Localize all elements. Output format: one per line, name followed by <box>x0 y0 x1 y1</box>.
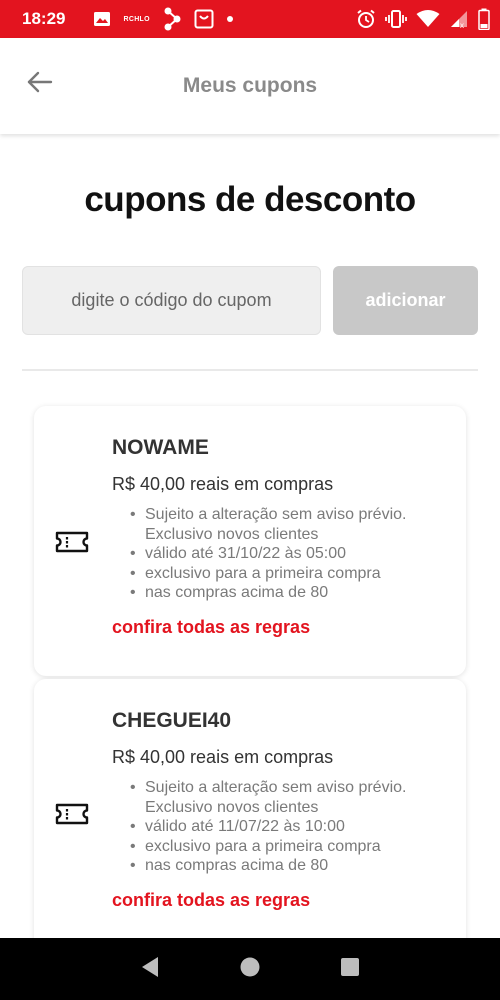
wifi-icon <box>416 10 440 28</box>
coupon-code: NOWAME <box>112 436 209 459</box>
ticket-icon <box>54 530 90 554</box>
battery-icon <box>478 8 490 30</box>
triangle-back-icon <box>140 956 160 983</box>
shopping-bag-icon <box>194 9 214 29</box>
share-network-icon <box>162 6 182 32</box>
coupon-rule: nas compras acima de 80 <box>130 583 452 603</box>
status-bar: 18:29 RCHLO x <box>0 0 500 38</box>
coupon-card: NOWAME R$ 40,00 reais em compras Sujeito… <box>34 406 466 676</box>
circle-home-icon <box>239 956 261 983</box>
coupon-amount: R$ 40,00 reais em compras <box>112 747 334 767</box>
back-button[interactable] <box>24 68 56 100</box>
coupon-rule: exclusivo para a primeira compra <box>130 564 452 584</box>
view-rules-link[interactable]: confira todas as regras <box>112 617 452 638</box>
coupon-rule: nas compras acima de 80 <box>130 856 452 876</box>
status-bar-right: x <box>356 8 490 30</box>
status-time: 18:29 <box>22 9 66 28</box>
coupon-content: CHEGUEI40 R$ 40,00 reais em compras Suje… <box>112 709 452 911</box>
arrow-left-icon <box>27 71 53 98</box>
divider <box>22 369 478 371</box>
signal-icon: x <box>449 9 469 29</box>
coupon-code-input[interactable] <box>22 266 321 335</box>
coupon-content: NOWAME R$ 40,00 reais em compras Sujeito… <box>112 436 452 638</box>
notification-dot-icon <box>226 15 234 23</box>
system-navigation-bar <box>0 938 500 1000</box>
image-icon <box>93 11 111 27</box>
page-heading: cupons de desconto <box>84 180 416 219</box>
ticket-icon <box>54 802 90 826</box>
coupon-rules-list: Sujeito a alteração sem aviso prévio. Ex… <box>130 505 452 603</box>
coupon-card: CHEGUEI40 R$ 40,00 reais em compras Suje… <box>34 679 466 979</box>
coupon-rule: exclusivo para a primeira compra <box>130 837 452 857</box>
status-bar-left: 18:29 RCHLO <box>22 6 234 32</box>
coupon-rules-list: Sujeito a alteração sem aviso prévio. Ex… <box>130 778 452 876</box>
alarm-icon <box>356 9 376 29</box>
coupon-rule: válido até 11/07/22 às 10:00 <box>130 817 452 837</box>
coupon-rule: Sujeito a alteração sem aviso prévio. Ex… <box>130 505 452 544</box>
app-bar: Meus cupons <box>0 38 500 134</box>
app-title: Meus cupons <box>182 74 318 97</box>
coupon-rule: válido até 31/10/22 às 05:00 <box>130 544 452 564</box>
nav-home-button[interactable] <box>235 954 265 984</box>
nav-back-button[interactable] <box>135 954 165 984</box>
coupon-code: CHEGUEI40 <box>112 709 232 732</box>
add-coupon-button[interactable]: adicionar <box>333 266 478 335</box>
coupon-rule: Sujeito a alteração sem aviso prévio. Ex… <box>130 778 452 817</box>
view-rules-link[interactable]: confira todas as regras <box>112 890 452 911</box>
rchlo-notification-icon: RCHLO <box>123 15 150 23</box>
square-recents-icon <box>340 957 360 982</box>
svg-text:x: x <box>460 21 464 29</box>
vibrate-icon <box>385 9 407 29</box>
coupon-amount: R$ 40,00 reais em compras <box>112 474 334 494</box>
nav-recents-button[interactable] <box>335 954 365 984</box>
